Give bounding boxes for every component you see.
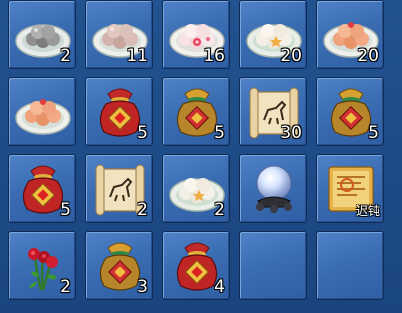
inventory-slot-8[interactable]: 5 [162,77,230,146]
item-count: 20 [280,46,302,66]
item-count: 16 [203,46,225,66]
inventory-slot-19-empty[interactable] [239,231,307,300]
item-count: 2 [214,200,225,220]
inventory-slot-15[interactable]: 迟钝 [316,154,384,223]
item-count: 2 [137,200,148,220]
inventory-slot-2[interactable]: 11 [85,0,153,69]
inventory-slot-18[interactable]: 4 [162,231,230,300]
item-count: 5 [137,123,148,143]
inventory-grid: 2 11 16 20 20 5 5 30 5 5 2 2 迟钝 2 3 4 [0,0,402,313]
inventory-slot-13[interactable]: 2 [162,154,230,223]
inventory-slot-16[interactable]: 2 [8,231,76,300]
item-count: 5 [368,123,379,143]
inventory-slot-14[interactable] [239,154,307,223]
inventory-slot-12[interactable]: 2 [85,154,153,223]
inventory-slot-20-empty[interactable] [316,231,384,300]
inventory-slot-10[interactable]: 5 [316,77,384,146]
inventory-slot-7[interactable]: 5 [85,77,153,146]
item-tag: 迟钝 [355,204,380,218]
item-count: 5 [214,123,225,143]
item-count: 5 [60,200,71,220]
item-count: 20 [357,46,379,66]
item-count: 4 [214,277,225,297]
item-count: 3 [137,277,148,297]
item-count: 2 [60,46,71,66]
crystal-ball-icon [256,165,292,213]
inventory-slot-5[interactable]: 20 [316,0,384,69]
inventory-slot-11[interactable]: 5 [8,154,76,223]
inventory-slot-9[interactable]: 30 [239,77,307,146]
item-count: 11 [126,46,148,66]
inventory-slot-4[interactable]: 20 [239,0,307,69]
item-count: 2 [60,277,71,297]
inventory-slot-3[interactable]: 16 [162,0,230,69]
inventory-slot-6[interactable] [8,77,76,146]
item-count: 30 [280,123,302,143]
plate-of-orange-dumplings-icon [15,99,71,135]
inventory-slot-17[interactable]: 3 [85,231,153,300]
inventory-slot-1[interactable]: 2 [8,0,76,69]
